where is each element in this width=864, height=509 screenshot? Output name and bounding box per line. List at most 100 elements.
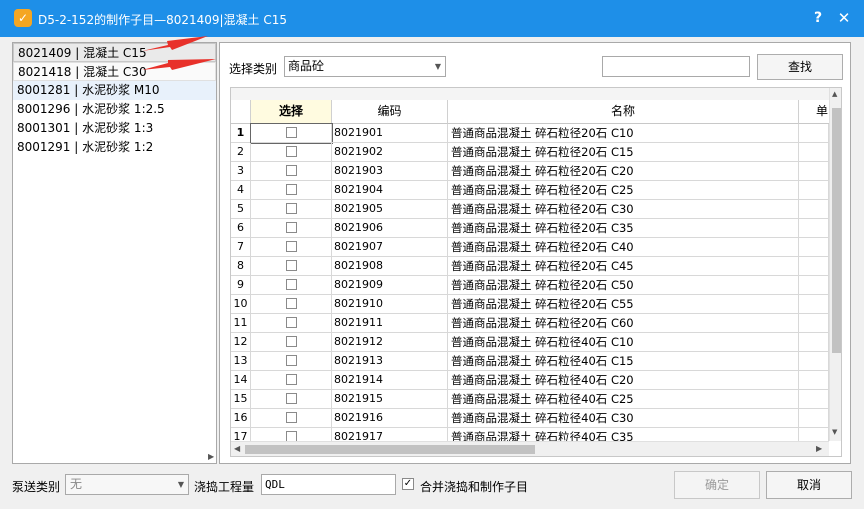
title-bar: ✓ D5-2-152的制作子目—8021409|混凝土 C15 ? ✕ [0,0,864,37]
select-cell [251,257,332,276]
table-row[interactable]: 14 8021914 普通商品混凝土 碎石粒径40石 C20 [231,371,831,390]
name-cell: 普通商品混凝土 碎石粒径20石 C35 [448,219,799,238]
pump-select[interactable]: 无 ▼ [65,474,189,495]
ok-button[interactable]: 确定 [674,471,760,499]
row-number: 8 [231,257,251,276]
chevron-left-icon[interactable]: ◀ [234,444,240,453]
qty-input[interactable]: QDL [261,474,396,495]
code-cell: 8021903 [332,162,448,181]
table-row[interactable]: 1 8021901 普通商品混凝土 碎石粒径20石 C10 [231,123,831,144]
table-row[interactable]: 4 8021904 普通商品混凝土 碎石粒径20石 C25 [231,181,831,200]
select-cell [251,295,332,314]
select-cell [251,162,332,181]
name-cell: 普通商品混凝土 碎石粒径20石 C40 [448,238,799,257]
category-label: 选择类别 [229,62,278,76]
row-checkbox[interactable] [285,241,297,252]
chevron-right-icon[interactable]: ▶ [816,444,822,453]
name-cell: 普通商品混凝土 碎石粒径20石 C45 [448,257,799,276]
table-row[interactable]: 2 8021902 普通商品混凝土 碎石粒径20石 C15 [231,143,831,162]
code-cell: 8021916 [332,409,448,428]
row-checkbox[interactable] [285,412,297,423]
row-number: 4 [231,181,251,200]
help-button[interactable]: ? [808,8,828,28]
table-row[interactable]: 16 8021916 普通商品混凝土 碎石粒径40石 C30 [231,409,831,428]
row-checkbox[interactable] [285,317,297,328]
row-checkbox[interactable] [285,203,297,214]
row-checkbox[interactable] [285,222,297,233]
select-header[interactable]: 选择 [251,100,332,124]
code-cell: 8021915 [332,390,448,409]
unit-cell [799,162,829,181]
row-number: 12 [231,333,251,352]
list-item[interactable]: 8001281 | 水泥砂浆 M10 [13,81,216,100]
name-header[interactable]: 名称 [448,100,799,124]
row-checkbox[interactable] [285,279,297,290]
unit-cell [799,295,829,314]
table-row[interactable]: 12 8021912 普通商品混凝土 碎石粒径40石 C10 [231,333,831,352]
close-button[interactable]: ✕ [834,8,854,28]
table-row[interactable]: 11 8021911 普通商品混凝土 碎石粒径20石 C60 [231,314,831,333]
merge-checkbox[interactable]: ✓ [402,478,414,490]
row-number: 3 [231,162,251,181]
code-cell: 8021914 [332,371,448,390]
row-checkbox[interactable] [285,336,297,347]
row-number: 6 [231,219,251,238]
row-number: 1 [231,124,251,143]
table-row[interactable]: 7 8021907 普通商品混凝土 碎石粒径20石 C40 [231,238,831,257]
chevron-down-icon[interactable]: ▼ [832,428,837,436]
table-row[interactable]: 10 8021910 普通商品混凝土 碎石粒径20石 C55 [231,295,831,314]
table-row[interactable]: 5 8021905 普通商品混凝土 碎石粒径20石 C30 [231,200,831,219]
horizontal-scrollbar[interactable]: ◀ ▶ [231,441,829,456]
row-checkbox[interactable] [285,165,297,176]
unit-header[interactable]: 单 [799,100,831,124]
row-checkbox[interactable] [285,260,297,271]
select-cell [251,333,332,352]
search-button[interactable]: 查找 [757,54,843,80]
name-cell: 普通商品混凝土 碎石粒径20石 C30 [448,200,799,219]
row-checkbox[interactable] [285,127,297,138]
row-checkbox[interactable] [285,374,297,385]
unit-cell [799,257,829,276]
material-table: 选择 编码 名称 单 1 8021901 普通商品混凝土 碎石粒径20石 C10 2 8… [230,87,842,457]
code-header[interactable]: 编码 [332,100,448,124]
row-checkbox[interactable] [285,298,297,309]
category-select[interactable]: 商品砼 ▼ [284,56,446,77]
select-cell [250,123,333,144]
list-item[interactable]: 8001296 | 水泥砂浆 1:2.5 [13,100,216,119]
list-item[interactable]: 8001291 | 水泥砂浆 1:2 [13,138,216,157]
chevron-up-icon[interactable]: ▲ [832,90,837,98]
unit-cell [799,219,829,238]
merge-label: 合并浇捣和制作子目 [420,480,529,494]
code-cell: 8021908 [332,257,448,276]
table-row[interactable]: 6 8021906 普通商品混凝土 碎石粒径20石 C35 [231,219,831,238]
table-row[interactable]: 13 8021913 普通商品混凝土 碎石粒径40石 C15 [231,352,831,371]
search-input[interactable] [602,56,750,77]
unit-cell [799,409,829,428]
scroll-thumb[interactable] [832,108,841,353]
qty-label: 浇捣工程量 [194,480,255,494]
unit-cell [799,371,829,390]
chevron-down-icon: ▼ [434,62,441,71]
table-row[interactable]: 8 8021908 普通商品混凝土 碎石粒径20石 C45 [231,257,831,276]
code-cell: 8021913 [332,352,448,371]
cancel-button[interactable]: 取消 [766,471,852,499]
row-checkbox[interactable] [285,184,297,195]
table-row[interactable]: 3 8021903 普通商品混凝土 碎石粒径20石 C20 [231,162,831,181]
select-cell [251,143,332,162]
row-checkbox[interactable] [285,393,297,404]
arrow-annotation-icon [142,59,216,70]
category-value: 商品砼 [288,59,325,73]
chevron-right-icon[interactable]: ▶ [208,452,214,461]
scroll-thumb[interactable] [245,445,535,454]
name-cell: 普通商品混凝土 碎石粒径20石 C50 [448,276,799,295]
code-cell: 8021910 [332,295,448,314]
pump-label: 泵送类别 [12,480,61,494]
list-item[interactable]: 8001301 | 水泥砂浆 1:3 [13,119,216,138]
row-checkbox[interactable] [285,355,297,366]
table-row[interactable]: 15 8021915 普通商品混凝土 碎石粒径40石 C25 [231,390,831,409]
row-number: 13 [231,352,251,371]
table-row[interactable]: 9 8021909 普通商品混凝土 碎石粒径20石 C50 [231,276,831,295]
row-checkbox[interactable] [285,146,297,157]
vertical-scrollbar[interactable]: ▲ ▼ [829,88,841,441]
name-cell: 普通商品混凝土 碎石粒径20石 C10 [448,124,799,143]
